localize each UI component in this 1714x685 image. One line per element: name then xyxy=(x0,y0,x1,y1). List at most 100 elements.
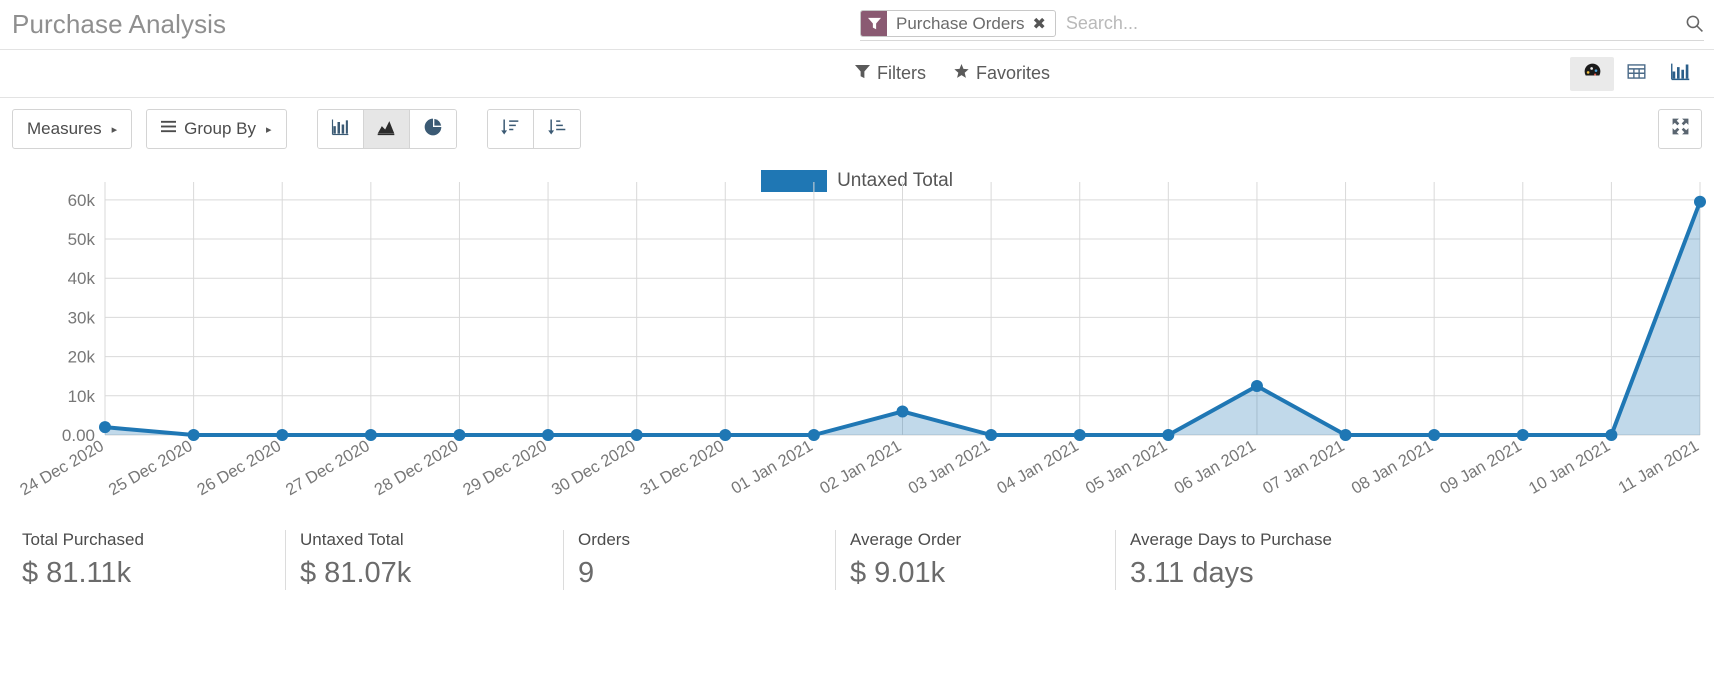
bar-chart-icon xyxy=(1670,61,1691,87)
kpi-card: Average Days to Purchase3.11 days xyxy=(1115,530,1515,590)
expand-arrows-icon xyxy=(1671,117,1690,141)
filter-menu-group: Filters Favorites xyxy=(855,63,1050,84)
gauge-icon xyxy=(1582,61,1603,87)
measures-button[interactable]: Measures ▸ xyxy=(12,109,132,149)
data-point[interactable] xyxy=(897,405,909,417)
x-axis-tick-label: 08 Jan 2021 xyxy=(1348,437,1436,498)
y-axis-tick-label: 60k xyxy=(68,191,96,210)
x-axis-tick-label: 02 Jan 2021 xyxy=(817,437,905,498)
sort-group xyxy=(487,109,581,149)
hamburger-icon xyxy=(161,119,176,139)
data-point[interactable] xyxy=(1074,429,1086,441)
bar-chart-icon xyxy=(330,117,350,142)
x-axis-tick-label: 27 Dec 2020 xyxy=(283,437,373,499)
x-axis-tick-label: 09 Jan 2021 xyxy=(1437,437,1525,498)
star-icon xyxy=(954,63,969,84)
x-axis-tick-label: 01 Jan 2021 xyxy=(728,437,816,498)
x-axis-tick-label: 31 Dec 2020 xyxy=(637,437,727,499)
x-axis-tick-label: 04 Jan 2021 xyxy=(994,437,1082,498)
data-point[interactable] xyxy=(542,429,554,441)
sort-amount-desc-button[interactable] xyxy=(488,110,534,148)
filters-dropdown[interactable]: Filters xyxy=(855,63,926,84)
pie-chart-icon xyxy=(423,117,443,142)
search-input[interactable] xyxy=(1064,12,1674,35)
x-axis-tick-label: 06 Jan 2021 xyxy=(1171,437,1259,498)
bar-chart-toggle[interactable] xyxy=(318,110,364,148)
measures-label: Measures xyxy=(27,119,102,139)
pivot-view-button[interactable] xyxy=(1614,57,1658,91)
group-by-label: Group By xyxy=(184,119,256,139)
y-axis-tick-label: 30k xyxy=(68,308,96,327)
x-axis-tick-label: 07 Jan 2021 xyxy=(1260,437,1348,498)
data-point[interactable] xyxy=(1340,429,1352,441)
graph-view-button[interactable] xyxy=(1658,57,1702,91)
y-axis-tick-label: 40k xyxy=(68,269,96,288)
favorites-label: Favorites xyxy=(976,63,1050,84)
group-by-button[interactable]: Group By ▸ xyxy=(146,109,286,149)
x-axis-tick-label: 30 Dec 2020 xyxy=(549,437,639,499)
view-switcher xyxy=(1570,57,1702,91)
data-point[interactable] xyxy=(631,429,643,441)
x-axis-tick-label: 11 Jan 2021 xyxy=(1615,437,1702,497)
sort-amount-asc-button[interactable] xyxy=(534,110,580,148)
dashboard-view-button[interactable] xyxy=(1570,57,1614,91)
chart-type-group xyxy=(317,109,457,149)
data-point[interactable] xyxy=(985,429,997,441)
area-chart[interactable]: 60k50k40k30k20k10k0.0024 Dec 202025 Dec … xyxy=(0,160,1714,520)
area-chart-icon xyxy=(376,117,396,142)
x-axis-tick-label: 10 Jan 2021 xyxy=(1526,437,1614,498)
kpi-label: Orders xyxy=(578,530,817,550)
x-axis-tick-label: 26 Dec 2020 xyxy=(194,437,284,499)
kpi-card: Total Purchased$ 81.11k xyxy=(0,530,285,590)
kpi-value: $ 81.07k xyxy=(300,557,545,590)
data-point[interactable] xyxy=(1162,429,1174,441)
data-point[interactable] xyxy=(1517,429,1529,441)
chart-container: Untaxed Total 60k50k40k30k20k10k0.0024 D… xyxy=(0,160,1714,520)
data-point[interactable] xyxy=(276,429,288,441)
search-icon[interactable] xyxy=(1674,14,1704,33)
data-point[interactable] xyxy=(1251,380,1263,392)
kpi-card: Average Order$ 9.01k xyxy=(835,530,1115,590)
filter-icon xyxy=(861,11,887,36)
sort-amount-desc-icon xyxy=(500,117,520,142)
control-panel: Measures ▸ Group By ▸ xyxy=(0,98,1714,160)
area-chart-toggle[interactable] xyxy=(364,110,410,148)
filters-label: Filters xyxy=(877,63,926,84)
search-facet-purchase-orders[interactable]: Purchase Orders ✖ xyxy=(860,10,1056,37)
close-icon[interactable]: ✖ xyxy=(1031,11,1055,36)
data-point[interactable] xyxy=(99,421,111,433)
kpi-row: Total Purchased$ 81.11k Untaxed Total $ 81… xyxy=(0,520,1714,590)
expand-button[interactable] xyxy=(1658,109,1702,149)
kpi-value: 3.11 days xyxy=(1130,557,1497,590)
favorites-dropdown[interactable]: Favorites xyxy=(954,63,1050,84)
data-point[interactable] xyxy=(719,429,731,441)
filter-icon xyxy=(855,63,870,84)
x-axis-tick-label: 03 Jan 2021 xyxy=(905,437,993,498)
search-view: Purchase Orders ✖ xyxy=(860,7,1704,41)
data-point[interactable] xyxy=(1428,429,1440,441)
x-axis-tick-label: 05 Jan 2021 xyxy=(1083,437,1171,498)
y-axis-tick-label: 50k xyxy=(68,230,96,249)
data-point[interactable] xyxy=(1694,196,1706,208)
data-point[interactable] xyxy=(188,429,200,441)
x-axis-tick-label: 24 Dec 2020 xyxy=(17,437,107,499)
kpi-value: $ 9.01k xyxy=(850,557,1097,590)
y-axis-tick-label: 10k xyxy=(68,387,96,406)
chevron-right-icon: ▸ xyxy=(266,123,272,136)
filter-row: Filters Favorites xyxy=(0,50,1714,98)
table-icon xyxy=(1626,61,1647,87)
kpi-value: 9 xyxy=(578,557,817,590)
data-point[interactable] xyxy=(453,429,465,441)
data-point[interactable] xyxy=(808,429,820,441)
sort-amount-asc-icon xyxy=(547,117,567,142)
data-point[interactable] xyxy=(365,429,377,441)
kpi-label: Untaxed Total xyxy=(300,530,545,550)
pie-chart-toggle[interactable] xyxy=(410,110,456,148)
x-axis-tick-label: 28 Dec 2020 xyxy=(371,437,461,499)
data-point[interactable] xyxy=(1605,429,1617,441)
page-title: Purchase Analysis xyxy=(0,9,226,40)
search-facet-label: Purchase Orders xyxy=(887,11,1031,36)
x-axis-tick-label: 25 Dec 2020 xyxy=(106,437,196,499)
top-bar: Purchase Analysis Purchase Orders ✖ xyxy=(0,0,1714,50)
kpi-card: Untaxed Total $ 81.07k xyxy=(285,530,563,590)
